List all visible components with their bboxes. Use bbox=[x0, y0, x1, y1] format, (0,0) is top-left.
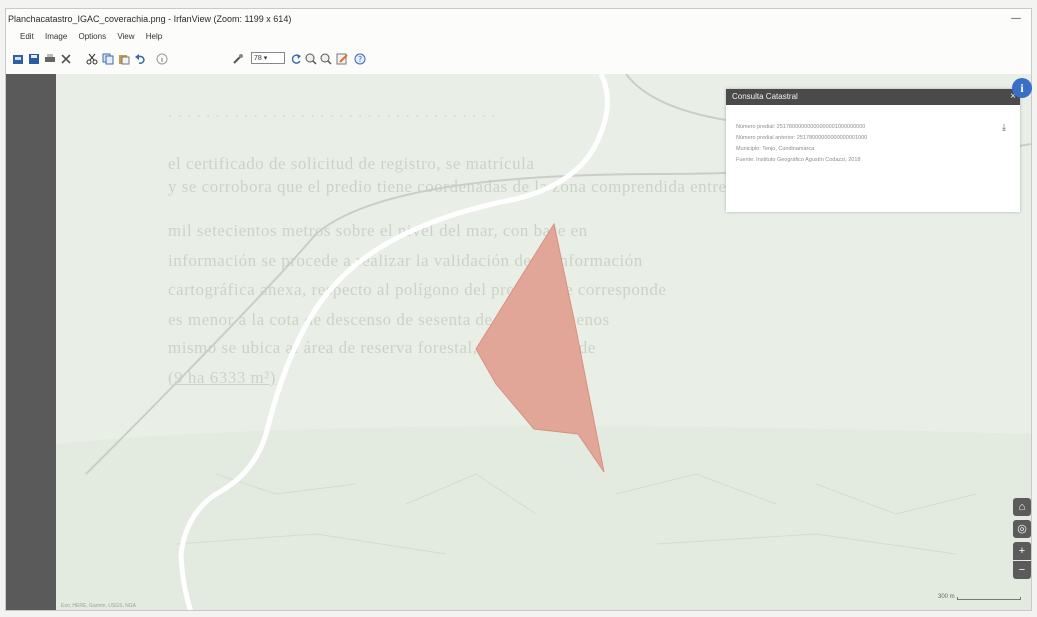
open-icon[interactable] bbox=[12, 53, 24, 65]
popup-title: Consulta Catastral bbox=[732, 92, 798, 101]
menu-view[interactable]: View bbox=[117, 29, 134, 44]
edit-icon[interactable] bbox=[336, 53, 348, 65]
cadastral-popup: Consulta Catastral × ⤓ Número predial: 2… bbox=[726, 89, 1020, 212]
menu-image[interactable]: Image bbox=[45, 29, 67, 44]
popup-line: Fuente: Instituto Geográfico Agustín Cod… bbox=[736, 157, 861, 163]
zoom-in-icon[interactable] bbox=[305, 53, 317, 65]
zoom-select[interactable]: 78 ▾ bbox=[251, 52, 285, 64]
popup-line: Número predial: 251780000000000000010000… bbox=[736, 124, 866, 130]
download-icon[interactable]: ⤓ bbox=[1002, 122, 1006, 133]
toolbar: 78 ▾ ? bbox=[6, 44, 1031, 74]
menu-help[interactable]: Help bbox=[146, 29, 162, 44]
home-button[interactable]: ⌂ bbox=[1013, 498, 1031, 516]
left-canvas-margin bbox=[6, 74, 56, 610]
irfanview-window: Planchacatastro_IGAC_coverachia.png - Ir… bbox=[5, 8, 1032, 611]
scale-bar bbox=[957, 597, 1021, 600]
minimize-button[interactable]: — bbox=[1005, 9, 1027, 29]
popup-line: Municipio: Tenjo, Cundinamarca bbox=[736, 146, 815, 152]
info-button[interactable]: i bbox=[1012, 78, 1032, 98]
locate-button[interactable]: ◎ bbox=[1013, 520, 1031, 538]
rotate-left-icon[interactable] bbox=[290, 53, 302, 65]
popup-line: Número predial anterior: 251780000000000… bbox=[736, 135, 868, 141]
menu-options[interactable]: Options bbox=[79, 29, 107, 44]
zoom-in-button[interactable]: + bbox=[1013, 542, 1031, 560]
print-icon[interactable] bbox=[44, 53, 56, 65]
map-attribution: Esri, HERE, Garmin, USGS, NGA bbox=[61, 603, 137, 609]
map-view[interactable]: . . . . . . . . . . . . . . . . . . . . … bbox=[56, 74, 1031, 610]
scale-label: 300 m bbox=[938, 594, 955, 600]
settings-icon[interactable] bbox=[232, 53, 244, 65]
undo-icon[interactable] bbox=[134, 53, 146, 65]
delete-icon[interactable] bbox=[60, 53, 72, 65]
title-bar: Planchacatastro_IGAC_coverachia.png - Ir… bbox=[6, 9, 1031, 29]
menu-edit[interactable]: Edit bbox=[20, 29, 34, 44]
window-title: Planchacatastro_IGAC_coverachia.png - Ir… bbox=[8, 14, 292, 24]
zoom-out-button[interactable]: − bbox=[1013, 561, 1031, 579]
paste-icon[interactable] bbox=[118, 53, 130, 65]
info-icon[interactable] bbox=[156, 53, 168, 65]
zoom-out-icon[interactable] bbox=[320, 53, 332, 65]
help-icon[interactable]: ? bbox=[354, 53, 366, 65]
save-icon[interactable] bbox=[28, 53, 40, 65]
copy-icon[interactable] bbox=[102, 53, 114, 65]
popup-header: Consulta Catastral × bbox=[726, 89, 1020, 105]
menu-bar: Edit Image Options View Help bbox=[6, 29, 1031, 44]
cut-icon[interactable] bbox=[86, 53, 98, 65]
svg-text:?: ? bbox=[358, 55, 362, 64]
